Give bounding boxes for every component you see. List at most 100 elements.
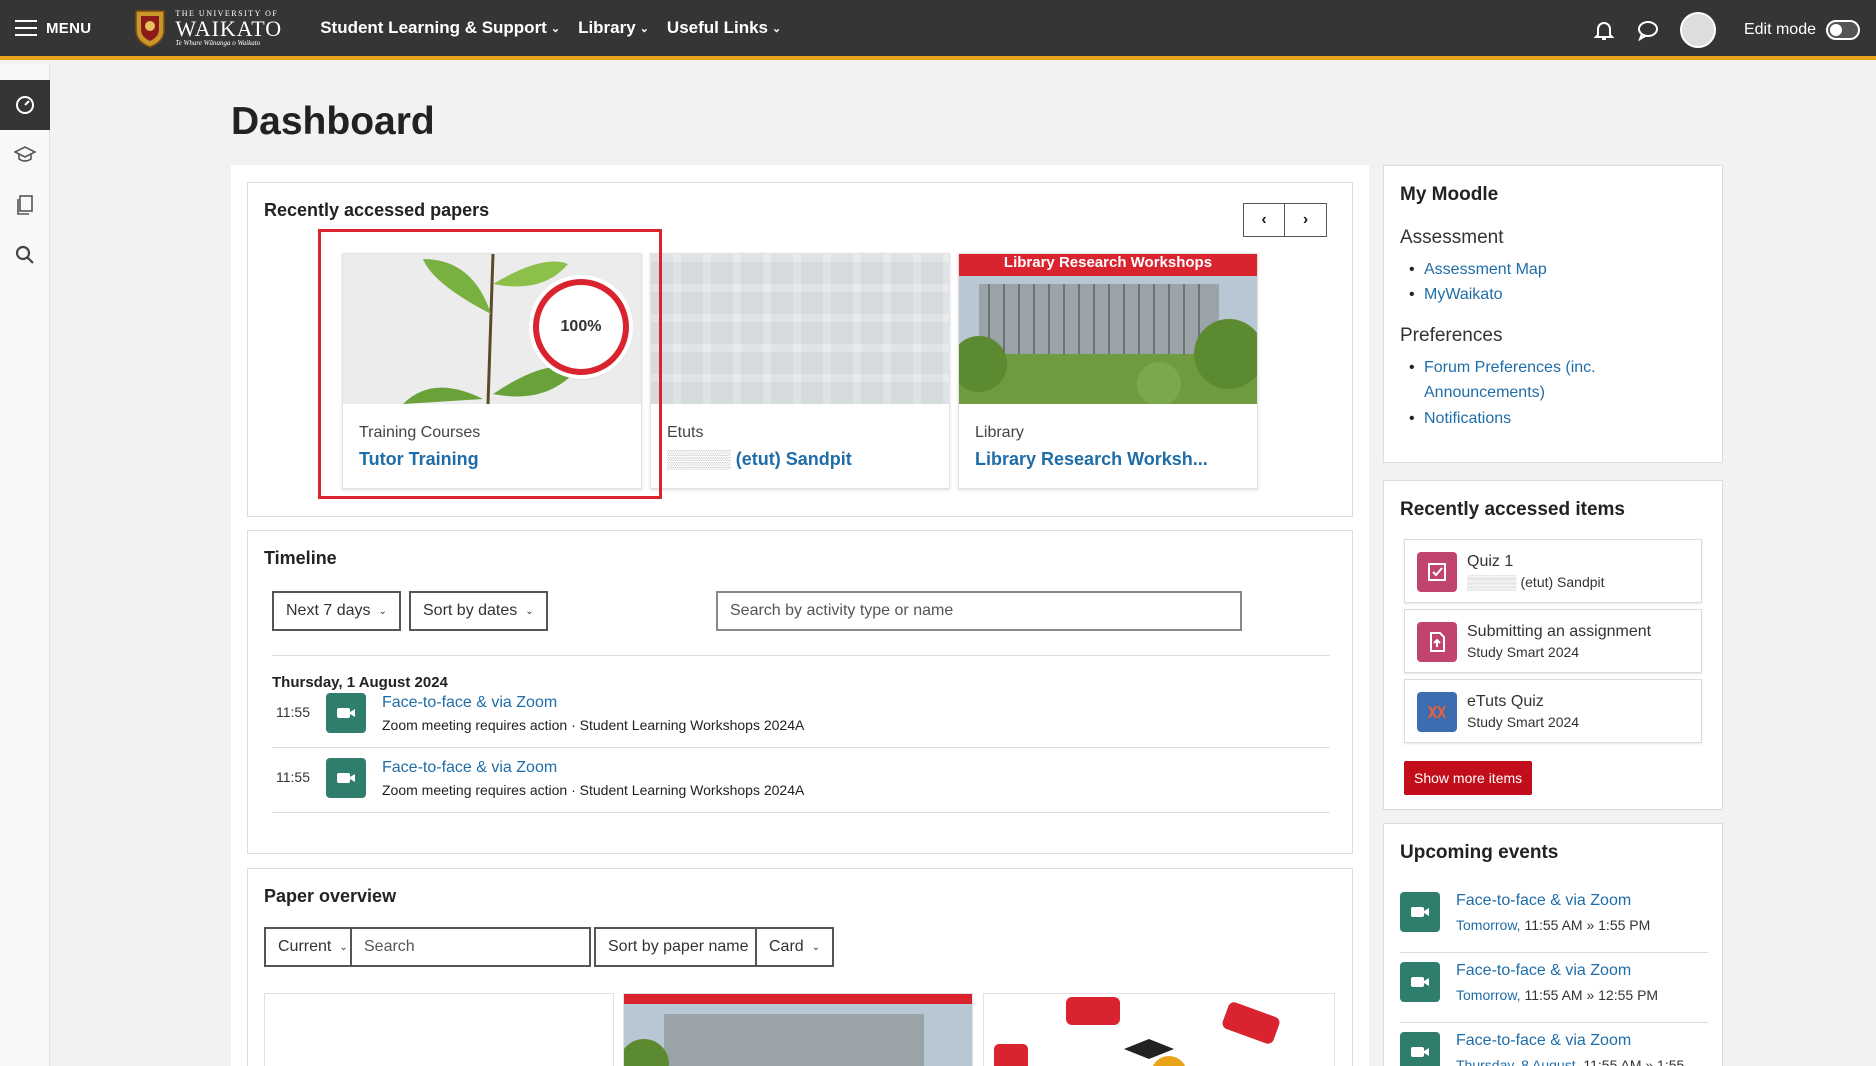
event-link[interactable]: Face-to-face & via Zoom	[1456, 892, 1631, 910]
assignment-icon	[1417, 622, 1457, 662]
item-course: ▒▒▒▒▒ (etut) Sandpit	[1467, 574, 1605, 590]
message-icon[interactable]	[1636, 18, 1660, 42]
timeline-sort[interactable]: Sort by dates ⌄	[409, 591, 548, 631]
prev-button[interactable]: ‹	[1243, 203, 1285, 237]
drawer-dashboard[interactable]	[0, 80, 50, 130]
timeline-day-filter[interactable]: Next 7 days ⌄	[272, 591, 401, 631]
menu-button[interactable]: MENU	[15, 20, 91, 37]
paper-image	[651, 254, 949, 404]
overview-search-input[interactable]: Search	[350, 927, 591, 967]
link-forum-preferences[interactable]: Forum Preferences (inc. Announcements)	[1409, 355, 1596, 405]
recent-items-block: Recently accessed items Quiz 1 ▒▒▒▒▒ (et…	[1383, 480, 1723, 810]
paper-card-etut-sandpit[interactable]: Etuts ▒▒▒▒▒ (etut) Sandpit	[650, 253, 950, 489]
divider	[272, 747, 1330, 748]
timeline-search-input[interactable]: Search by activity type or name	[716, 591, 1242, 631]
overview-view[interactable]: Card ⌄	[755, 927, 835, 967]
logo-name: WAIKATO	[175, 15, 283, 41]
link-notifications[interactable]: Notifications	[1409, 406, 1511, 431]
paper-name-link[interactable]: Library Research Worksh...	[975, 449, 1208, 470]
university-logo[interactable]: THE UNIVERSITY OF WAIKATO Te Whare Wānan…	[133, 8, 282, 48]
assessment-heading: Assessment	[1400, 227, 1504, 248]
hamburger-icon	[15, 20, 37, 36]
nav-library[interactable]: Library ⌄	[578, 18, 649, 38]
nav-link-label: Student Learning & Support	[320, 18, 547, 37]
select-label: Current	[278, 938, 332, 955]
event-link[interactable]: Face-to-face & via Zoom	[382, 759, 557, 777]
select-label: Next 7 days	[286, 602, 371, 619]
link-text: Forum Preferences (inc.	[1424, 359, 1596, 376]
crest-icon	[135, 10, 166, 48]
zoom-icon	[326, 693, 366, 733]
item-name: Submitting an assignment	[1467, 623, 1652, 640]
event-link[interactable]: Face-to-face & via Zoom	[382, 694, 557, 712]
toggle-switch[interactable]	[1826, 20, 1860, 40]
overview-card-3[interactable]	[983, 993, 1335, 1066]
event-time: 11:55 AM » 12:55 PM	[1524, 987, 1659, 1003]
dashboard-icon	[16, 96, 34, 114]
paper-category: Library	[975, 424, 1024, 441]
drawer-files[interactable]	[0, 180, 50, 230]
paper-overview-title: Paper overview	[264, 886, 397, 906]
chevron-down-icon: ⌄	[811, 941, 821, 953]
user-avatar[interactable]	[1679, 12, 1716, 48]
recent-item-quiz[interactable]: Quiz 1 ▒▒▒▒▒ (etut) Sandpit	[1404, 539, 1702, 603]
nav-student-learning[interactable]: Student Learning & Support ⌄	[320, 18, 560, 38]
event-time: 11:55	[276, 769, 310, 785]
divider	[1400, 1022, 1708, 1023]
item-name: eTuts Quiz	[1467, 693, 1544, 710]
zoom-icon	[1400, 962, 1440, 1002]
divider	[272, 812, 1330, 813]
edit-mode-label: Edit mode	[1743, 21, 1816, 38]
logo-motto: Te Whare Wānanga o Waikato	[175, 38, 261, 47]
paper-banner: Library Research Workshops	[959, 254, 1257, 276]
drawer-search[interactable]	[0, 230, 50, 280]
chevron-down-icon: ⌄	[339, 941, 348, 953]
recent-items-title: Recently accessed items	[1400, 499, 1625, 520]
edit-mode-toggle[interactable]: Edit mode	[1744, 20, 1860, 40]
item-course: Study Smart 2024	[1467, 714, 1580, 730]
nav-link-label: Library	[578, 18, 636, 37]
event-meta: Zoom meeting requires action · Student L…	[382, 782, 805, 798]
recent-item-assignment[interactable]: Submitting an assignment Study Smart 202…	[1404, 609, 1702, 673]
drawer-courses[interactable]	[0, 130, 50, 180]
etuts-icon	[1417, 692, 1457, 732]
timeline-block: Timeline Next 7 days ⌄ Sort by dates ⌄ Sea…	[247, 530, 1353, 854]
paper-card-library[interactable]: Library Research Workshops Library Libra…	[958, 253, 1258, 489]
event-date: Tomorrow, 11:55 AM » 1:55 PM	[1456, 917, 1650, 933]
item-name: Quiz 1	[1467, 553, 1514, 570]
show-more-items-button[interactable]: Show more items	[1404, 761, 1533, 795]
event-day-link[interactable]: Tomorrow,	[1456, 987, 1521, 1003]
overview-filter[interactable]: Current ⌄	[264, 927, 362, 967]
search-icon	[15, 245, 34, 264]
overview-card-1[interactable]	[264, 993, 614, 1066]
upcoming-events-title: Upcoming events	[1400, 842, 1559, 863]
paper-name-link[interactable]: ▒▒▒▒▒ (etut) Sandpit	[667, 449, 852, 470]
search-placeholder: Search by activity type or name	[730, 602, 954, 619]
event-day-link[interactable]: Tomorrow,	[1456, 917, 1521, 933]
event-link[interactable]: Face-to-face & via Zoom	[1456, 962, 1631, 980]
paper-name-text: (etut) Sandpit	[735, 449, 852, 469]
upcoming-events-block: Upcoming events Face-to-face & via Zoom …	[1383, 823, 1723, 1066]
recent-papers-block: Recently accessed papers ‹ › 100% Traini…	[247, 182, 1353, 517]
select-label: Card	[769, 938, 804, 955]
nav-useful-links[interactable]: Useful Links ⌄	[667, 18, 781, 38]
overview-sort[interactable]: Sort by paper name⌄	[594, 927, 779, 967]
event-day-link[interactable]: Thursday, 8 August,	[1456, 1057, 1579, 1066]
bell-icon[interactable]	[1592, 18, 1616, 42]
building-image	[624, 994, 972, 1066]
building-image	[959, 254, 1257, 404]
link-mywaikato[interactable]: MyWaikato	[1409, 282, 1502, 307]
overview-card-2[interactable]	[623, 993, 973, 1066]
recent-item-etuts-quiz[interactable]: eTuts Quiz Study Smart 2024	[1404, 679, 1702, 743]
chevron-down-icon: ⌄	[378, 605, 387, 617]
chevron-down-icon: ⌄	[525, 605, 534, 617]
nav-link-label: Useful Links	[666, 18, 769, 37]
event-link[interactable]: Face-to-face & via Zoom	[1456, 1032, 1631, 1050]
divider	[272, 655, 1330, 656]
link-assessment-map[interactable]: Assessment Map	[1409, 257, 1547, 282]
zoom-icon	[1400, 1032, 1440, 1066]
chevron-down-icon: ⌄	[639, 22, 649, 35]
next-button[interactable]: ›	[1285, 203, 1327, 237]
zoom-icon	[1400, 892, 1440, 932]
timeline-date: Thursday, 1 August 2024	[272, 674, 448, 691]
